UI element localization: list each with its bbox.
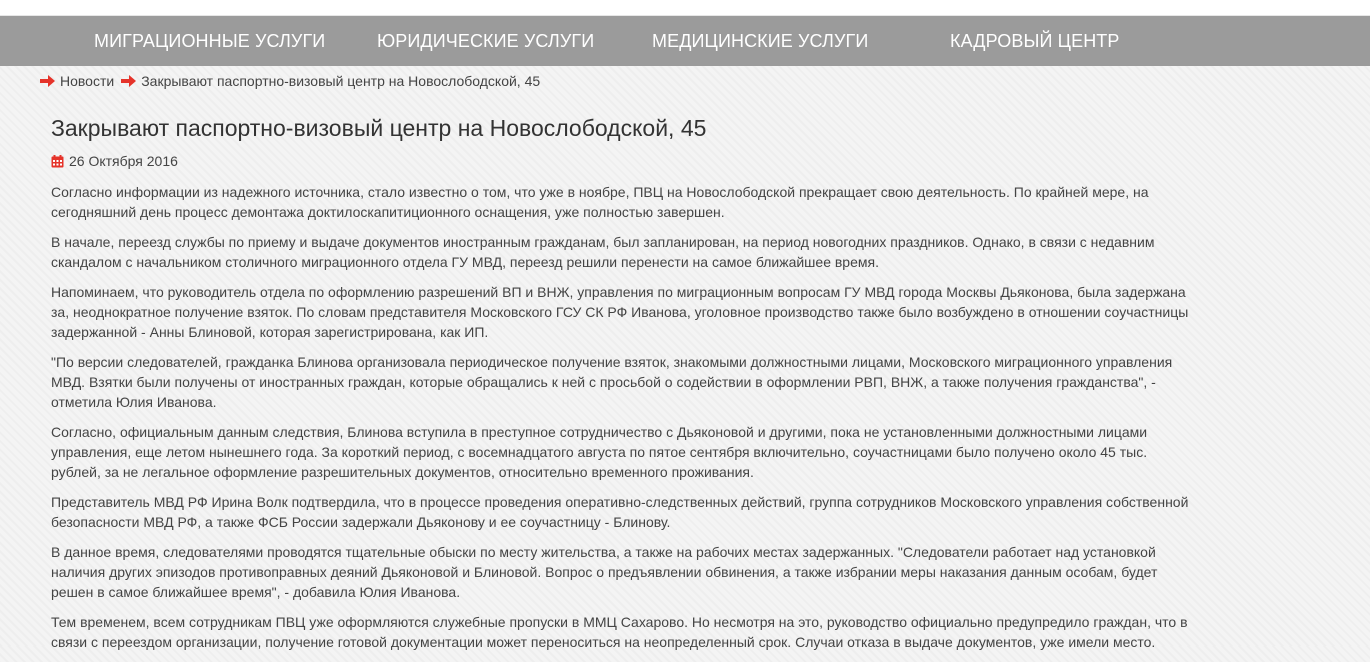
- breadcrumb: Новости Закрывают паспортно-визовый цент…: [40, 72, 540, 90]
- nav-item-hr-center[interactable]: КАДРОВЫЙ ЦЕНТР: [950, 16, 1120, 66]
- article-paragraph: Согласно информации из надежного источни…: [51, 184, 1149, 220]
- article-paragraph: В данное время, следователями проводятся…: [51, 544, 1158, 600]
- article-paragraph: Напоминаем, что руководитель отдела по о…: [51, 284, 1189, 340]
- article-paragraph: Согласно, официальным данным следствия, …: [51, 424, 1148, 480]
- main-nav: МИГРАЦИОННЫЕ УСЛУГИ ЮРИДИЧЕСКИЕ УСЛУГИ М…: [0, 16, 1370, 66]
- article-paragraph: "По версии следователей, гражданка Блино…: [51, 354, 1173, 410]
- nav-item-medical-services[interactable]: МЕДИЦИНСКИЕ УСЛУГИ: [652, 16, 868, 66]
- breadcrumb-current: Закрывают паспортно-визовый центр на Нов…: [141, 73, 541, 89]
- breadcrumb-news-link[interactable]: Новости: [60, 73, 114, 89]
- top-strip: [0, 0, 1370, 16]
- article-date: 26 Октября 2016: [51, 152, 1191, 170]
- article-title: Закрывают паспортно-визовый центр на Нов…: [51, 115, 707, 141]
- arrow-right-icon: [121, 75, 137, 87]
- calendar-icon: [51, 154, 64, 167]
- nav-item-migration-services[interactable]: МИГРАЦИОННЫЕ УСЛУГИ: [94, 16, 325, 66]
- article-paragraph: Тем временем, всем сотрудникам ПВЦ уже о…: [51, 614, 1188, 650]
- article: Закрывают паспортно-визовый центр на Нов…: [51, 112, 1191, 662]
- nav-item-legal-services[interactable]: ЮРИДИЧЕСКИЕ УСЛУГИ: [377, 16, 594, 66]
- article-paragraph: В начале, переезд службы по приему и выд…: [51, 234, 1155, 270]
- arrow-right-icon: [40, 75, 55, 87]
- article-date-text: 26 Октября 2016: [69, 153, 178, 169]
- article-paragraph: Представитель МВД РФ Ирина Волк подтверд…: [51, 494, 1189, 530]
